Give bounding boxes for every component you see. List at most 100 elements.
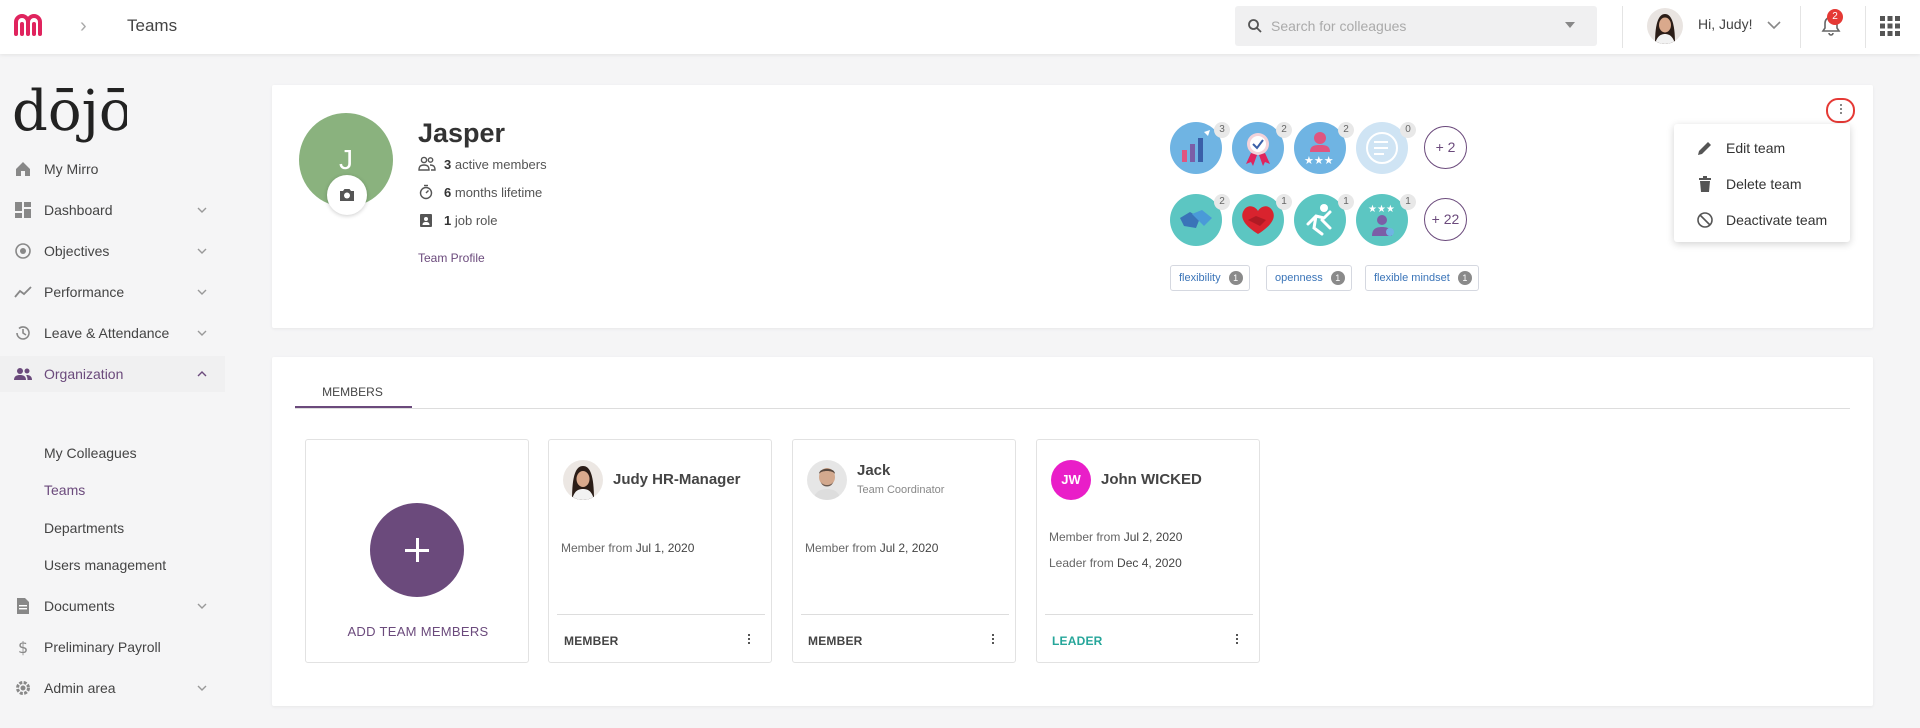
badge-count: 1 xyxy=(1338,194,1354,210)
search-dropdown-icon[interactable] xyxy=(1565,22,1575,28)
svg-text:$: $ xyxy=(18,638,28,656)
add-team-members-label: ADD TEAM MEMBERS xyxy=(347,624,489,639)
add-icon[interactable] xyxy=(370,503,464,597)
divider xyxy=(1865,6,1866,48)
chevron-down-icon xyxy=(197,289,207,295)
chevron-down-icon xyxy=(197,330,207,336)
search-input[interactable] xyxy=(1271,14,1561,38)
avatar[interactable] xyxy=(563,460,603,500)
value-tag-label: flexibility xyxy=(1179,272,1221,284)
nav-preliminary-payroll[interactable]: $ Preliminary Payroll xyxy=(0,629,225,665)
sub-nav-my-colleagues[interactable]: My Colleagues xyxy=(44,445,137,461)
nav-label: Dashboard xyxy=(44,202,113,218)
nav-objectives[interactable]: Objectives xyxy=(0,233,225,269)
value-tag-count: 1 xyxy=(1330,271,1345,285)
chevron-down-icon xyxy=(197,685,207,691)
nav-label: Admin area xyxy=(44,680,116,696)
apps-grid-icon[interactable] xyxy=(1880,16,1900,36)
lifetime-text: months lifetime xyxy=(454,185,543,200)
value-tag-flexibility[interactable]: flexibility 1 xyxy=(1170,265,1250,291)
sub-nav-departments[interactable]: Departments xyxy=(44,520,124,536)
avatar[interactable]: JW xyxy=(1051,460,1091,500)
nav-dashboard[interactable]: Dashboard xyxy=(0,192,225,228)
user-greeting[interactable]: Hi, Judy! xyxy=(1698,16,1752,32)
sidebar: dōjō My Mirro Dashboard Objectives Perfo… xyxy=(0,54,225,728)
sub-nav-users-management[interactable]: Users management xyxy=(44,557,166,573)
timer-icon xyxy=(419,184,433,200)
nav-leave-attendance[interactable]: Leave & Attendance xyxy=(0,315,225,351)
chevron-down-icon xyxy=(197,603,207,609)
member-name[interactable]: John WICKED xyxy=(1101,471,1202,488)
nav-admin-area[interactable]: Admin area xyxy=(0,670,225,706)
mirro-logo-icon[interactable] xyxy=(12,12,52,40)
member-role-tag: LEADER xyxy=(1052,634,1103,648)
page-title: Teams xyxy=(127,16,178,35)
member-more-button[interactable] xyxy=(1235,634,1239,646)
menu-edit-team[interactable]: Edit team xyxy=(1674,130,1850,166)
notification-badge: 2 xyxy=(1827,9,1843,25)
divider xyxy=(1045,614,1253,615)
badge-count: 0 xyxy=(1400,122,1416,138)
member-since: Member from Jul 2, 2020 xyxy=(1049,530,1183,544)
member-name[interactable]: Jack xyxy=(857,462,890,479)
dollar-icon: $ xyxy=(18,638,28,656)
pencil-icon xyxy=(1698,142,1711,155)
team-profile-link[interactable]: Team Profile xyxy=(418,251,485,265)
home-icon xyxy=(16,162,30,176)
chevron-down-icon xyxy=(197,248,207,254)
value-tag-count: 1 xyxy=(1228,271,1243,285)
nav-label: Organization xyxy=(44,366,124,382)
menu-label: Delete team xyxy=(1726,176,1802,192)
value-tag-flexible-mindset[interactable]: flexible mindset 1 xyxy=(1365,265,1479,291)
chevron-down-icon[interactable] xyxy=(1765,16,1783,34)
member-name[interactable]: Judy HR-Manager xyxy=(613,471,741,488)
nav-label: My Mirro xyxy=(44,161,99,177)
nav-label: Objectives xyxy=(44,243,110,259)
value-tag-openness[interactable]: openness 1 xyxy=(1266,265,1352,291)
tabs-divider xyxy=(295,408,1850,409)
add-team-members-card[interactable]: ADD TEAM MEMBERS xyxy=(305,439,529,663)
breadcrumb-chevron-icon: › xyxy=(80,15,87,37)
nav-performance[interactable]: Performance xyxy=(0,274,225,310)
people-icon xyxy=(14,368,32,380)
value-tag-label: openness xyxy=(1275,272,1323,284)
menu-delete-team[interactable]: Delete team xyxy=(1674,166,1850,202)
nav-label: Performance xyxy=(44,284,125,300)
chevron-up-icon xyxy=(197,371,207,377)
dojo-logo[interactable]: dōjō xyxy=(12,74,127,154)
avatar[interactable] xyxy=(807,460,847,500)
member-more-button[interactable] xyxy=(747,634,751,646)
nav-label: Leave & Attendance xyxy=(44,325,170,341)
members-count: 3 xyxy=(444,157,452,172)
team-name: Jasper xyxy=(418,118,506,148)
more-badges-button[interactable]: + 2 xyxy=(1424,126,1467,169)
document-icon xyxy=(17,598,29,614)
team-card: J Jasper 3 active members 6 months lifet… xyxy=(272,85,1873,328)
trash-icon xyxy=(1699,176,1711,192)
nav-label: Documents xyxy=(44,598,115,614)
nav-organization[interactable]: Organization xyxy=(0,356,225,392)
member-more-button[interactable] xyxy=(991,634,995,646)
nav-my-mirro[interactable]: My Mirro xyxy=(0,151,225,187)
gear-icon xyxy=(16,681,30,695)
menu-deactivate-team[interactable]: Deactivate team xyxy=(1674,202,1850,238)
svg-text:★★★: ★★★ xyxy=(1304,155,1334,167)
nav-label: Preliminary Payroll xyxy=(44,639,161,655)
camera-icon xyxy=(340,189,354,201)
user-avatar[interactable] xyxy=(1647,8,1683,44)
team-more-options-button[interactable] xyxy=(1826,98,1855,123)
nav-documents[interactable]: Documents xyxy=(0,588,225,624)
more-vert-icon xyxy=(992,634,994,636)
history-icon xyxy=(16,326,30,340)
member-job-title: Team Coordinator xyxy=(857,484,945,496)
sub-nav-teams[interactable]: Teams xyxy=(44,482,85,498)
value-tag-label: flexible mindset xyxy=(1374,272,1450,284)
members-text: active members xyxy=(454,157,547,172)
dashboard-icon xyxy=(15,202,31,218)
roles-text: job role xyxy=(454,213,498,228)
more-badges-button[interactable]: + 22 xyxy=(1424,198,1467,241)
search-box[interactable] xyxy=(1235,6,1597,46)
change-photo-button[interactable] xyxy=(327,175,367,215)
member-card: JW John WICKED Member from Jul 2, 2020 L… xyxy=(1036,439,1260,663)
svg-text:★★★: ★★★ xyxy=(1368,204,1395,215)
